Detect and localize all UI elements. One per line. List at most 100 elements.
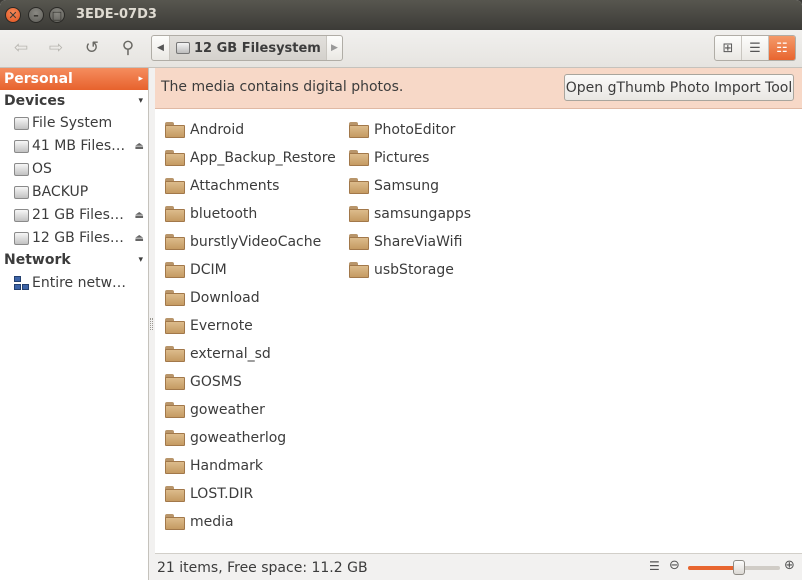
folder-icon: [165, 458, 185, 474]
folder-icon: [165, 122, 185, 138]
folder-icon: [349, 178, 369, 194]
folder-item[interactable]: Attachments: [165, 173, 279, 199]
sidebar-item-label: 12 GB Filesystem: [32, 230, 128, 246]
icon-view-button[interactable]: ⊞: [715, 36, 742, 60]
minimize-window-button[interactable]: –: [28, 7, 44, 23]
sidebar-section-personal[interactable]: Personal ▸: [0, 68, 148, 90]
folder-item[interactable]: external_sd: [165, 341, 271, 367]
folder-label: goweatherlog: [190, 430, 287, 446]
folder-label: bluetooth: [190, 206, 258, 222]
expander-icon[interactable]: ▾: [138, 96, 143, 106]
reload-icon[interactable]: ↺: [80, 37, 104, 59]
folder-icon: [165, 290, 185, 306]
breadcrumb-right-arrow-icon[interactable]: ▶: [326, 36, 342, 60]
list-view-button[interactable]: ☷: [769, 36, 795, 60]
search-icon[interactable]: ⚲: [116, 37, 140, 59]
folder-icon: [165, 346, 185, 362]
open-gthumb-button[interactable]: Open gThumb Photo Import Tool: [564, 74, 794, 101]
sidebar-item-os[interactable]: OS: [14, 158, 148, 180]
folder-label: DCIM: [190, 262, 227, 278]
folder-icon: [165, 178, 185, 194]
folder-item[interactable]: usbStorage: [349, 257, 454, 283]
folder-item[interactable]: Download: [165, 285, 260, 311]
zoom-out-icon[interactable]: ⊖: [669, 558, 680, 573]
zoom-slider-fill: [688, 566, 739, 570]
sidebar-item-backup[interactable]: BACKUP: [14, 181, 148, 203]
sidebar-item-label: Entire network: [32, 275, 128, 291]
folder-label: GOSMS: [190, 374, 242, 390]
toolbar: ⇦ ⇨ ↺ ⚲ ◀ 12 GB Filesystem ▶ ⊞ ☰ ☷: [0, 30, 802, 68]
sidebar-item-21gb[interactable]: 21 GB Filesystem ⏏: [14, 204, 148, 226]
breadcrumb-current[interactable]: 12 GB Filesystem: [170, 36, 327, 60]
sidebar-item-41mb[interactable]: 41 MB Filesystem ⏏: [14, 135, 148, 157]
folder-item[interactable]: bluetooth: [165, 201, 257, 227]
zoom-slider[interactable]: [688, 560, 780, 575]
compact-view-button[interactable]: ☰: [742, 36, 769, 60]
folder-item[interactable]: PhotoEditor: [349, 117, 455, 143]
folder-item[interactable]: LOST.DIR: [165, 481, 253, 507]
folder-item[interactable]: samsungapps: [349, 201, 471, 227]
sidebar-item-label: File System: [32, 115, 113, 131]
list-icon[interactable]: ☰: [649, 559, 660, 573]
folder-label: burstlyVideoCache: [190, 234, 322, 250]
folder-item[interactable]: Samsung: [349, 173, 439, 199]
eject-icon[interactable]: ⏏: [135, 233, 144, 244]
sidebar-section-label: Personal: [4, 71, 73, 87]
folder-icon: [349, 150, 369, 166]
maximize-window-button[interactable]: □: [49, 7, 65, 23]
folder-item[interactable]: DCIM: [165, 257, 227, 283]
forward-arrow-icon[interactable]: ⇨: [44, 37, 68, 59]
zoom-in-icon[interactable]: ⊕: [784, 558, 795, 573]
breadcrumb: ◀ 12 GB Filesystem ▶: [151, 35, 343, 61]
folder-label: samsungapps: [374, 206, 472, 222]
folder-item[interactable]: media: [165, 509, 234, 535]
zoom-slider-handle[interactable]: [732, 560, 745, 575]
folder-item[interactable]: ShareViaWifi: [349, 229, 462, 255]
sidebar-item-label: 41 MB Filesystem: [32, 138, 128, 154]
sidebar-section-network[interactable]: Network ▾: [0, 249, 148, 271]
folder-label: Handmark: [190, 458, 263, 474]
folder-icon: [349, 234, 369, 250]
folder-icon: [165, 234, 185, 250]
folder-label: App_Backup_Restore: [190, 150, 336, 166]
drive-icon: [14, 185, 29, 199]
info-message: The media contains digital photos.: [161, 79, 404, 95]
folder-item[interactable]: Handmark: [165, 453, 263, 479]
folder-item[interactable]: GOSMS: [165, 369, 242, 395]
file-manager-window: ✕ – □ 3EDE-07D3 ⇦ ⇨ ↺ ⚲ ◀ 12 GB Filesyst…: [0, 0, 802, 580]
folder-item[interactable]: Evernote: [165, 313, 253, 339]
folder-icon: [349, 262, 369, 278]
drive-icon: [14, 162, 29, 176]
eject-icon[interactable]: ⏏: [135, 210, 144, 221]
sidebar-item-label: BACKUP: [32, 184, 89, 200]
sidebar-item-entire-network[interactable]: Entire network: [14, 272, 148, 294]
sidebar-item-file-system[interactable]: File System: [14, 112, 148, 134]
status-bar: 21 items, Free space: 11.2 GB ☰ ⊖ ⊕: [155, 553, 802, 580]
view-switcher: ⊞ ☰ ☷: [714, 35, 796, 61]
folder-label: media: [190, 514, 234, 530]
folder-label: Download: [190, 290, 260, 306]
folder-item[interactable]: goweatherlog: [165, 425, 286, 451]
sidebar-section-label: Devices: [4, 93, 66, 109]
folder-label: LOST.DIR: [190, 486, 254, 502]
breadcrumb-left-arrow-icon[interactable]: ◀: [152, 36, 170, 60]
eject-icon[interactable]: ⏏: [135, 141, 144, 152]
folder-item[interactable]: goweather: [165, 397, 265, 423]
folder-item[interactable]: burstlyVideoCache: [165, 229, 321, 255]
pane-resize-handle[interactable]: [150, 318, 153, 330]
folder-item[interactable]: Android: [165, 117, 244, 143]
folder-item[interactable]: Pictures: [349, 145, 429, 171]
sidebar-item-12gb[interactable]: 12 GB Filesystem ⏏: [14, 227, 148, 249]
folder-icon: [165, 374, 185, 390]
close-window-button[interactable]: ✕: [5, 7, 21, 23]
folder-label: Pictures: [374, 150, 430, 166]
sidebar-section-devices[interactable]: Devices ▾: [0, 90, 148, 112]
folder-icon: [349, 206, 369, 222]
back-arrow-icon[interactable]: ⇦: [9, 37, 33, 59]
expander-icon[interactable]: ▸: [138, 74, 143, 84]
expander-icon[interactable]: ▾: [138, 255, 143, 265]
folder-icon: [165, 206, 185, 222]
folder-item[interactable]: App_Backup_Restore: [165, 145, 336, 171]
folder-label: goweather: [190, 402, 265, 418]
folder-label: Android: [190, 122, 245, 138]
